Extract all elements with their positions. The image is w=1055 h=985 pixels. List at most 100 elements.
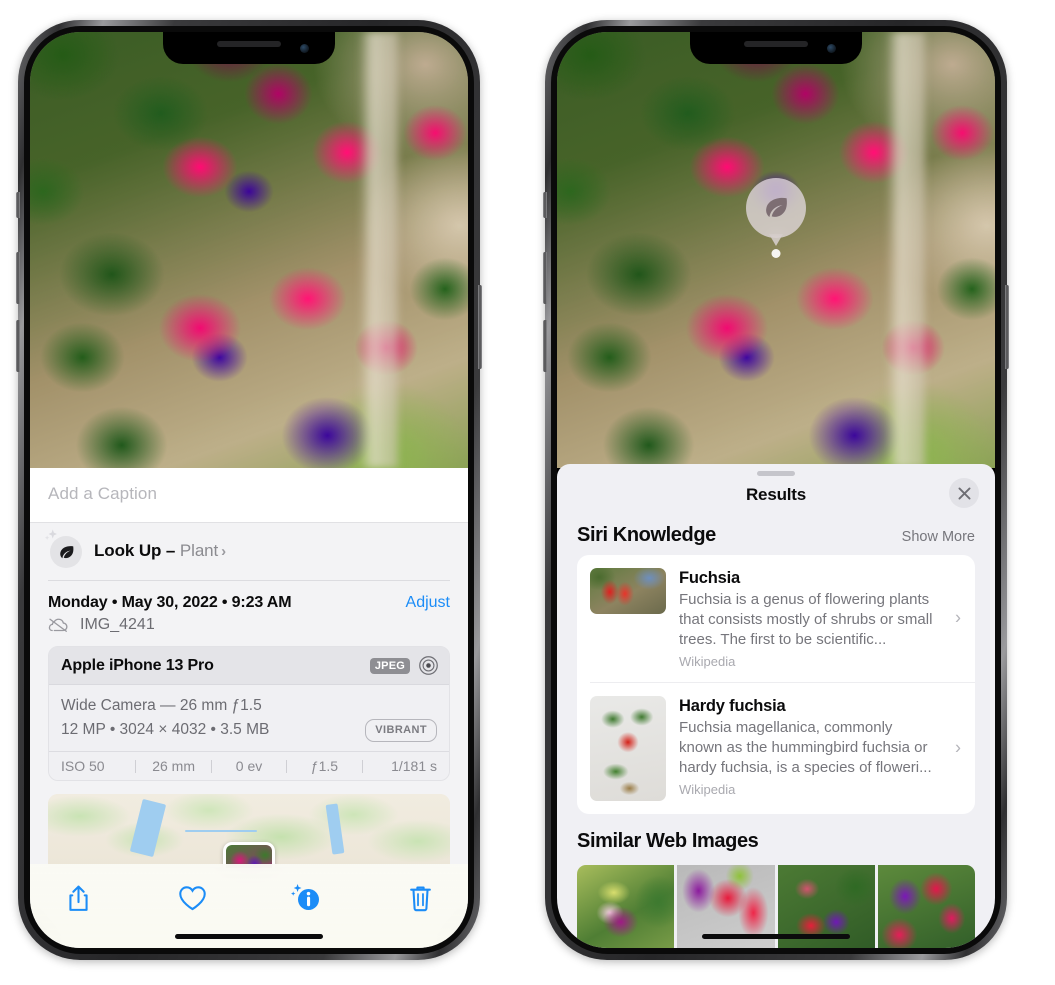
- location-map-card[interactable]: [48, 794, 450, 869]
- volume-down-button[interactable]: [16, 320, 20, 372]
- look-up-label: Look Up – Plant ›: [94, 541, 226, 561]
- photo-image-fuchsia: [30, 32, 468, 468]
- home-indicator[interactable]: [175, 934, 323, 939]
- siri-knowledge-title: Siri Knowledge: [577, 524, 716, 546]
- badge-anchor-dot: [771, 249, 781, 258]
- chevron-right-icon: ›: [955, 607, 961, 628]
- earpiece-speaker: [744, 41, 808, 47]
- siri-knowledge-card: Fuchsia Fuchsia is a genus of flowering …: [577, 555, 975, 814]
- camera-specs: 12 MP • 3024 × 4032 • 3.5 MB: [61, 721, 270, 739]
- adjust-button[interactable]: Adjust: [406, 594, 450, 612]
- map-road: [184, 829, 258, 832]
- trash-icon: [409, 885, 431, 911]
- front-camera: [827, 44, 836, 53]
- mute-switch[interactable]: [543, 192, 547, 218]
- chevron-right-icon: ›: [955, 737, 961, 758]
- results-title: Results: [745, 485, 806, 504]
- exif-aperture: ƒ1.5: [310, 758, 339, 775]
- results-sheet: Results Siri Knowledge Show More Fuchsia…: [557, 464, 995, 948]
- exif-iso: ISO 50: [61, 758, 105, 775]
- photographic-style-badge: VIBRANT: [365, 718, 437, 742]
- photo-viewer[interactable]: [557, 32, 995, 468]
- knowledge-title: Hardy fuchsia: [679, 696, 786, 715]
- exif-focal-length: 26 mm: [152, 758, 195, 775]
- hardy-fuchsia-thumbnail: [590, 695, 666, 801]
- look-up-icon-wrap: [44, 529, 82, 568]
- screenshot-canvas: Add a Caption Look Up – Plant › Monday •…: [0, 0, 1055, 985]
- left-phone: Add a Caption Look Up – Plant › Monday •…: [16, 20, 482, 960]
- look-up-row[interactable]: Look Up – Plant ›: [30, 523, 468, 580]
- photo-datetime: Monday • May 30, 2022 • 9:23 AM: [48, 594, 292, 611]
- volume-up-button[interactable]: [16, 252, 20, 304]
- mute-switch[interactable]: [16, 192, 20, 218]
- exif-row: ISO 50 26 mm 0 ev ƒ1.5 1/181 s: [49, 751, 449, 781]
- close-button[interactable]: [949, 478, 979, 508]
- photo-viewer[interactable]: [30, 32, 468, 468]
- front-camera: [300, 44, 309, 53]
- knowledge-source: Wikipedia: [679, 653, 736, 669]
- share-icon: [68, 885, 88, 911]
- knowledge-text: Hardy fuchsia Fuchsia magellanica, commo…: [679, 696, 963, 797]
- power-button[interactable]: [1005, 285, 1009, 369]
- chevron-right-icon: ›: [221, 543, 227, 560]
- exif-exposure-comp: 0 ev: [235, 758, 263, 775]
- right-phone-screen: Results Siri Knowledge Show More Fuchsia…: [557, 32, 995, 948]
- web-image-1[interactable]: [577, 864, 675, 948]
- knowledge-title: Fuchsia: [679, 569, 740, 587]
- date-row: Monday • May 30, 2022 • 9:23 AM Adjust: [30, 581, 468, 612]
- show-more-button[interactable]: Show More: [902, 529, 975, 545]
- right-phone: Results Siri Knowledge Show More Fuchsia…: [543, 20, 1009, 960]
- knowledge-row[interactable]: Fuchsia Fuchsia is a genus of flowering …: [577, 555, 975, 682]
- photo-info-sheet: Add a Caption Look Up – Plant › Monday •…: [30, 468, 468, 948]
- knowledge-thumb-wrap: [590, 568, 666, 614]
- knowledge-description: Fuchsia is a genus of flowering plants t…: [679, 591, 933, 649]
- info-sparkle-icon: [291, 884, 319, 910]
- camera-specs-row: 12 MP • 3024 × 4032 • 3.5 MB VIBRANT: [61, 718, 437, 742]
- knowledge-source: Wikipedia: [679, 781, 736, 797]
- caption-row[interactable]: Add a Caption: [30, 468, 468, 523]
- camera-device-name: Apple iPhone 13 Pro: [61, 656, 214, 674]
- photo-filename: IMG_4241: [80, 616, 155, 633]
- earpiece-speaker: [217, 41, 281, 47]
- notch: [690, 32, 862, 64]
- cloud-slash-icon: [48, 618, 68, 632]
- knowledge-row[interactable]: Hardy fuchsia Fuchsia magellanica, commo…: [590, 681, 975, 814]
- caption-input[interactable]: Add a Caption: [48, 484, 450, 504]
- exif-shutter-speed: 1/181 s: [391, 758, 438, 775]
- camera-card-header: Apple iPhone 13 Pro JPEG: [49, 647, 449, 685]
- visual-lookup-badge[interactable]: [746, 178, 806, 238]
- fuchsia-thumbnail: [590, 568, 666, 614]
- look-up-subject: Plant: [179, 541, 219, 560]
- left-phone-screen: Add a Caption Look Up – Plant › Monday •…: [30, 32, 468, 948]
- leaf-icon: [766, 197, 787, 217]
- web-image-4[interactable]: [877, 864, 975, 948]
- camera-header-badges: JPEG: [369, 655, 439, 676]
- volume-up-button[interactable]: [543, 252, 547, 304]
- home-indicator[interactable]: [702, 934, 850, 939]
- share-button[interactable]: [56, 878, 100, 918]
- sparkle-icon: [44, 529, 57, 540]
- similar-web-images-header: Similar Web Images: [557, 814, 995, 859]
- power-button[interactable]: [478, 285, 482, 369]
- camera-card-body: Wide Camera — 26 mm ƒ1.5 12 MP • 3024 × …: [49, 685, 449, 752]
- heart-icon: [178, 885, 206, 910]
- close-icon: [958, 487, 970, 499]
- delete-button[interactable]: [398, 878, 442, 918]
- camera-info-card[interactable]: Apple iPhone 13 Pro JPEG Wide Camera — 2…: [48, 646, 450, 782]
- format-badge: JPEG: [369, 657, 410, 674]
- look-up-prefix: Look Up –: [94, 541, 180, 560]
- knowledge-description: Fuchsia magellanica, commonly known as t…: [679, 719, 932, 776]
- photo-background-post: [885, 32, 925, 468]
- results-header: Results: [557, 476, 995, 515]
- notch: [163, 32, 335, 64]
- favorite-button[interactable]: [170, 878, 214, 918]
- photo-background-post: [358, 32, 398, 468]
- knowledge-text: Fuchsia Fuchsia is a genus of flowering …: [679, 568, 963, 669]
- knowledge-thumb-wrap: [590, 695, 666, 801]
- similar-web-images-title: Similar Web Images: [577, 829, 759, 852]
- siri-knowledge-header: Siri Knowledge Show More: [557, 515, 995, 555]
- aperture-icon: [419, 656, 438, 675]
- info-button[interactable]: [284, 878, 328, 918]
- volume-down-button[interactable]: [543, 320, 547, 372]
- file-row: IMG_4241: [30, 612, 468, 646]
